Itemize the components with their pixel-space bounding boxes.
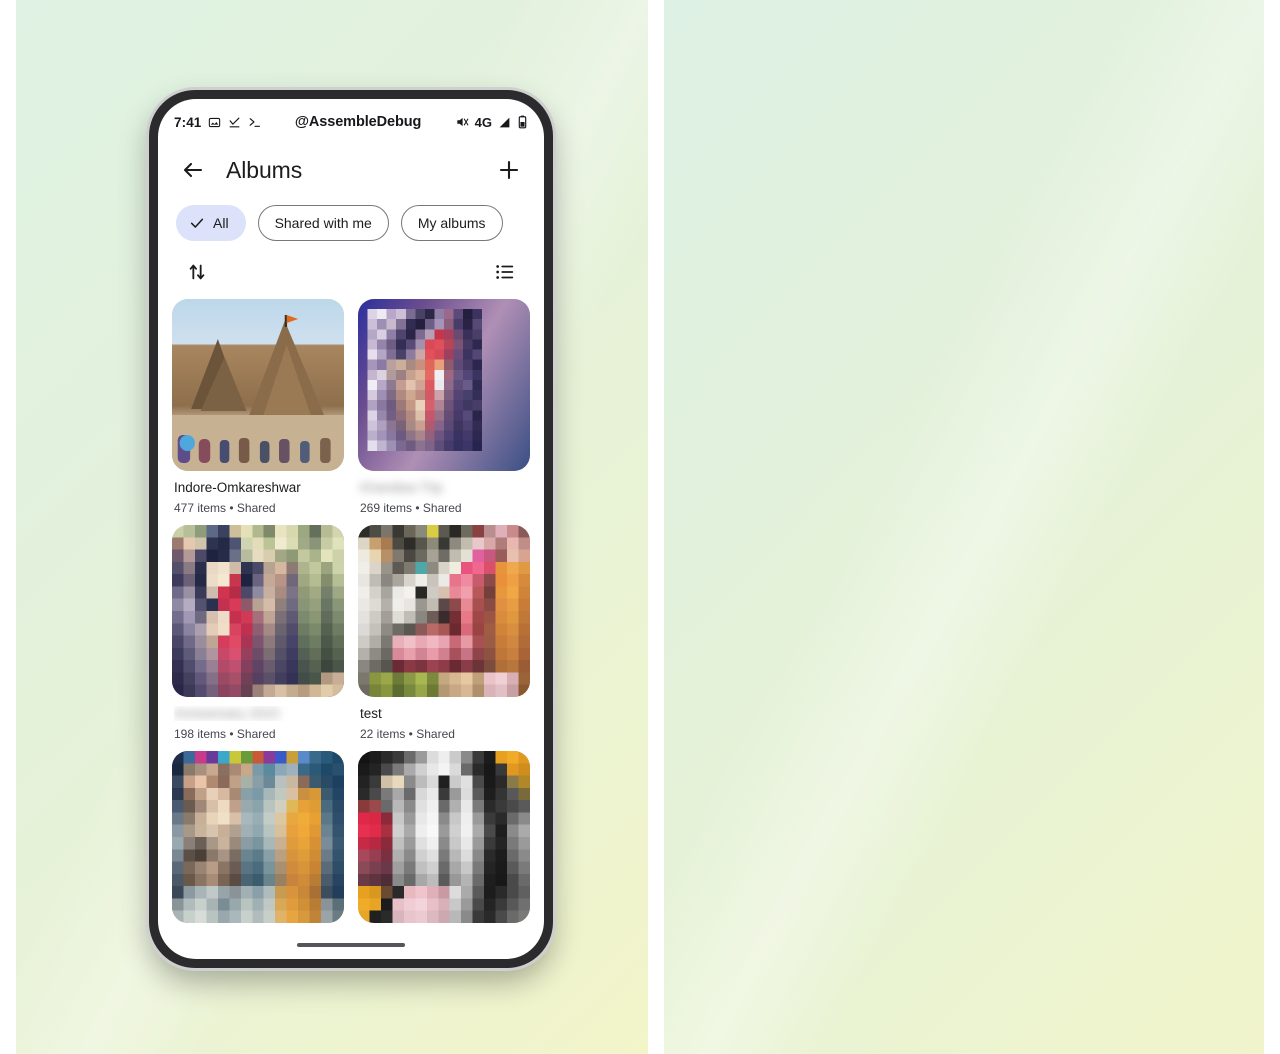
mute-icon xyxy=(455,115,469,129)
signal-icon xyxy=(498,116,511,129)
album-thumbnail xyxy=(172,299,344,471)
album-grid-cell[interactable] xyxy=(358,751,530,938)
panel-divider xyxy=(648,0,664,1054)
album-grid-cell[interactable]: Khandwa Trip 269 items • Shared xyxy=(358,299,530,515)
panel-list-view: 7:41 @AssembleDebug xyxy=(664,0,1264,1054)
album-thumbnail xyxy=(172,751,344,923)
battery-icon xyxy=(517,115,528,129)
album-subtitle: 22 items • Shared xyxy=(360,727,455,741)
right-margin xyxy=(1264,0,1280,1054)
chip-shared-with-me-label: Shared with me xyxy=(274,215,372,231)
album-grid: Indore-Omkareshwar 477 items • Shared Kh… xyxy=(158,295,544,938)
sort-arrows-icon[interactable] xyxy=(180,255,214,289)
album-thumbnail xyxy=(358,525,530,697)
home-indicator xyxy=(297,943,405,947)
album-name-redacted: Anniversary 2023 xyxy=(174,706,280,721)
album-subtitle: 198 items • Shared xyxy=(174,727,276,741)
album-grid-cell[interactable] xyxy=(172,751,344,938)
album-name: Anniversary 2023 xyxy=(174,706,342,721)
background-sheen xyxy=(664,0,1264,1054)
filter-chip-row: All Shared with me My albums xyxy=(158,201,544,241)
album-subtitle: 269 items • Shared xyxy=(360,501,462,515)
chip-all-label: All xyxy=(213,215,229,231)
check-icon xyxy=(189,215,205,231)
mosaic-orange xyxy=(172,751,344,923)
album-grid-cell[interactable]: Indore-Omkareshwar 477 items • Shared xyxy=(172,299,344,515)
album-thumbnail xyxy=(172,525,344,697)
tool-row xyxy=(158,241,544,295)
list-view-icon[interactable] xyxy=(488,255,522,289)
album-thumbnail xyxy=(358,299,530,471)
album-name: Indore-Omkareshwar xyxy=(174,480,301,495)
add-album-icon[interactable] xyxy=(492,153,526,187)
status-bar: 7:41 @AssembleDebug 4G xyxy=(158,99,544,139)
panel-grid-view: 7:41 @AssembleDebug 4G Albums All Shared… xyxy=(16,0,648,1054)
temple-photo xyxy=(172,299,344,471)
terminal-icon xyxy=(248,116,261,129)
back-arrow-icon[interactable] xyxy=(176,153,210,187)
download-done-icon xyxy=(228,116,241,129)
album-grid-cell[interactable]: test 22 items • Shared xyxy=(358,525,530,741)
page-title: Albums xyxy=(226,156,303,183)
network-type-label: 4G xyxy=(474,114,492,130)
chip-my-albums[interactable]: My albums xyxy=(400,205,503,241)
phone-screen-grid: 7:41 @AssembleDebug 4G Albums All Shared… xyxy=(158,99,544,959)
app-bar: Albums xyxy=(158,139,544,201)
mosaic-grey xyxy=(358,751,530,923)
album-grid-cell[interactable]: Anniversary 2023 198 items • Shared xyxy=(172,525,344,741)
mosaic-purple xyxy=(358,299,530,471)
album-name: Khandwa Trip xyxy=(360,480,443,495)
chip-my-albums-label: My albums xyxy=(417,215,486,231)
album-subtitle: 477 items • Shared xyxy=(174,501,276,515)
status-center-label: @AssembleDebug xyxy=(294,114,422,130)
image-icon xyxy=(208,116,221,129)
album-thumbnail xyxy=(358,751,530,923)
album-name: test xyxy=(360,706,382,721)
mosaic-white xyxy=(358,525,530,697)
status-time: 7:41 xyxy=(174,114,202,130)
mosaic-pink xyxy=(172,525,344,697)
chip-all[interactable]: All xyxy=(176,205,246,241)
screenshot-stage: 7:41 @AssembleDebug 4G Albums All Shared… xyxy=(0,0,1280,1054)
phone-device-grid: 7:41 @AssembleDebug 4G Albums All Shared… xyxy=(149,90,553,968)
chip-shared-with-me[interactable]: Shared with me xyxy=(257,205,389,241)
